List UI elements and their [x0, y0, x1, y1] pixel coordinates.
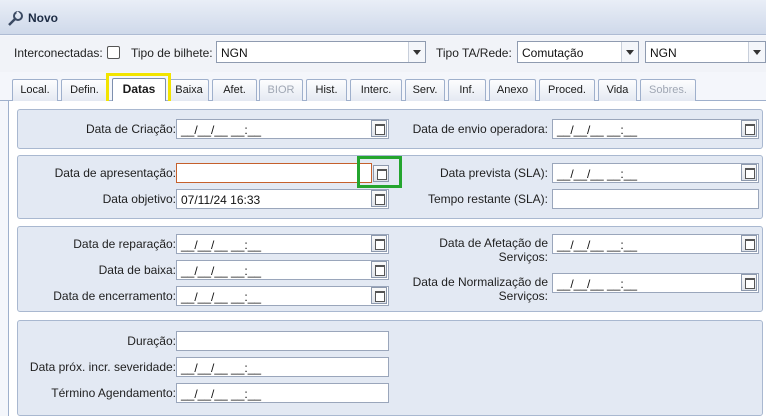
termino-field[interactable]: __/__/__ __:__ [176, 383, 389, 403]
tipo-bilhete-label: Tipo de bilhete: [131, 46, 213, 60]
data-apresentacao-label: Data de apresentação: [54, 166, 176, 180]
data-afetacao-value: __/__/__ __:__ [557, 238, 638, 252]
tipo-ta-rede-select[interactable]: Comutação [517, 41, 639, 63]
data-normalizacao-label-1: Data de Normalização de [412, 275, 548, 289]
tab-sobres: Sobres. [640, 79, 696, 101]
tab-afet[interactable]: Afet. [212, 79, 257, 101]
data-afetacao-label-2: Serviços: [498, 250, 548, 264]
tab-bior: BIOR [259, 79, 303, 101]
data-objetivo-label: Data objetivo: [102, 192, 176, 206]
data-prox-label: Data próx. incr. severidade: [29, 360, 176, 374]
panel-duration: Duração: Data próx. incr. severidade: __… [17, 320, 763, 416]
data-objetivo-field[interactable]: 07/11/24 16:33 [176, 189, 389, 209]
data-criacao-value: __/__/__ __:__ [181, 123, 262, 137]
duracao-field[interactable] [176, 331, 389, 351]
tab-interc[interactable]: Interc. [350, 79, 402, 101]
data-prox-field[interactable]: __/__/__ __:__ [176, 357, 389, 377]
data-reparacao-value: __/__/__ __:__ [181, 238, 262, 252]
data-encerramento-label: Data de encerramento: [53, 289, 176, 303]
header-bar: Interconectadas: Tipo de bilhete: NGN Ti… [0, 36, 766, 72]
tab-vida[interactable]: Vida [598, 79, 637, 101]
data-normalizacao-field[interactable]: __/__/__ __:__ [552, 273, 759, 293]
data-normalizacao-value: __/__/__ __:__ [557, 277, 638, 291]
duracao-label: Duração: [127, 334, 176, 348]
calendar-icon[interactable] [741, 120, 757, 137]
tab-defin[interactable]: Defin. [61, 79, 108, 101]
calendar-icon[interactable] [373, 165, 389, 182]
data-criacao-label: Data de Criação: [85, 122, 176, 136]
calendar-icon[interactable] [741, 164, 757, 181]
data-envio-value: __/__/__ __:__ [557, 123, 638, 137]
tools-icon [8, 11, 23, 26]
tempo-restante-label: Tempo restante (SLA): [427, 192, 548, 206]
data-envio-field[interactable]: __/__/__ __:__ [552, 119, 759, 139]
calendar-icon[interactable] [371, 261, 387, 278]
data-criacao-field[interactable]: __/__/__ __:__ [176, 119, 389, 139]
data-reparacao-label: Data de reparação: [73, 237, 176, 251]
tab-datas[interactable]: Datas [112, 78, 166, 101]
panel-repair-dates: Data de reparação: __/__/__ __:__ Data d… [17, 226, 763, 312]
data-encerramento-value: __/__/__ __:__ [181, 290, 262, 304]
tab-baixa[interactable]: Baixa [169, 79, 209, 101]
calendar-icon[interactable] [371, 120, 387, 137]
data-prevista-field[interactable]: __/__/__ __:__ [552, 163, 759, 183]
panel-presentation-dates: Data de apresentação: Data objetivo: 07/… [17, 155, 763, 219]
rede-value: NGN [650, 46, 677, 60]
rede-select[interactable]: NGN [645, 41, 766, 63]
data-objetivo-value: 07/11/24 16:33 [181, 193, 261, 207]
panel-creation-dates: Data de Criação: __/__/__ __:__ Data de … [17, 109, 763, 149]
tab-anexo[interactable]: Anexo [489, 79, 536, 101]
data-prevista-value: __/__/__ __:__ [557, 167, 638, 181]
data-baixa-label: Data de baixa: [98, 263, 176, 277]
calendar-icon[interactable] [371, 190, 387, 207]
chevron-down-icon[interactable] [748, 42, 765, 62]
calendar-icon[interactable] [371, 287, 387, 304]
data-baixa-field[interactable]: __/__/__ __:__ [176, 260, 389, 280]
title-bar: Novo [0, 0, 766, 35]
interconectadas-checkbox[interactable] [107, 46, 120, 59]
chevron-down-icon[interactable] [621, 42, 638, 62]
data-encerramento-field[interactable]: __/__/__ __:__ [176, 286, 389, 306]
tab-local[interactable]: Local. [12, 79, 58, 101]
dates-form: Data de Criação: __/__/__ __:__ Data de … [8, 101, 766, 416]
data-reparacao-field[interactable]: __/__/__ __:__ [176, 234, 389, 254]
data-prevista-label: Data prevista (SLA): [439, 166, 548, 180]
termino-value: __/__/__ __:__ [181, 387, 262, 401]
termino-label: Término Agendamento: [51, 386, 176, 400]
tipo-ta-rede-value: Comutação [522, 46, 584, 60]
calendar-icon[interactable] [741, 274, 757, 291]
calendar-icon[interactable] [371, 235, 387, 252]
interconectadas-label: Interconectadas: [14, 46, 103, 60]
tipo-ta-rede-label: Tipo TA/Rede: [436, 46, 512, 60]
window-title: Novo [28, 11, 58, 25]
data-prox-value: __/__/__ __:__ [181, 361, 262, 375]
tipo-bilhete-value: NGN [221, 46, 248, 60]
tab-proced[interactable]: Proced. [539, 79, 595, 101]
tempo-restante-field[interactable] [552, 189, 759, 209]
tab-hist[interactable]: Hist. [306, 79, 347, 101]
data-normalizacao-label-2: Serviços: [498, 289, 548, 303]
calendar-icon[interactable] [741, 235, 757, 252]
data-apresentacao-field[interactable] [176, 163, 372, 183]
tab-bar: Local. Defin. Datas Baixa Afet. BIOR His… [0, 78, 766, 101]
tipo-bilhete-select[interactable]: NGN [216, 41, 426, 63]
data-afetacao-label-1: Data de Afetação de [439, 236, 548, 250]
tab-serv[interactable]: Serv. [405, 79, 445, 101]
data-baixa-value: __/__/__ __:__ [181, 264, 262, 278]
data-envio-label: Data de envio operadora: [412, 122, 548, 136]
data-afetacao-field[interactable]: __/__/__ __:__ [552, 234, 759, 254]
tab-inf[interactable]: Inf. [448, 79, 486, 101]
chevron-down-icon[interactable] [408, 42, 425, 62]
